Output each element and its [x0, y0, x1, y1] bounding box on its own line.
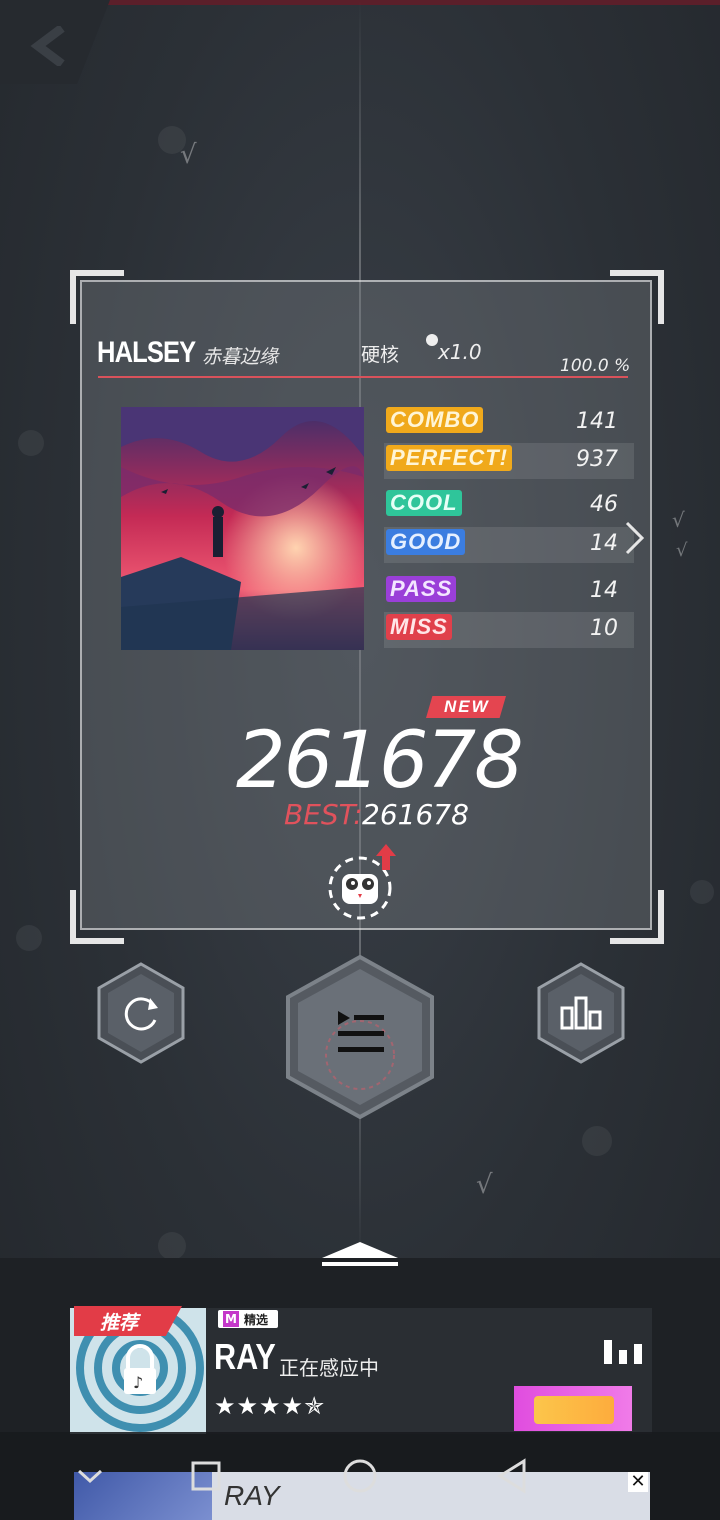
artist-name: HALSEY [97, 336, 196, 369]
signal-bars-icon [604, 1340, 642, 1364]
accuracy-percent: 100.0 % [560, 356, 631, 376]
judgement-value: 937 [576, 447, 618, 472]
checkmark-deco-icon: √ [476, 1170, 493, 1200]
judgement-pass: PASS 14 [384, 574, 634, 610]
song-title: 赤暮边缘 [202, 346, 279, 368]
score-value: 261678 [236, 716, 524, 806]
best-label: BEST: [284, 798, 363, 831]
background-orb [582, 1126, 612, 1156]
difficulty-label: 硬核 [361, 344, 400, 366]
judgement-label: COOL [386, 490, 462, 516]
checkmark-deco-icon: √ [672, 508, 685, 532]
best-score-value: 261678 [362, 798, 469, 831]
chevron-right-icon[interactable] [624, 520, 646, 556]
play-character-thumbnail[interactable] [514, 1386, 632, 1431]
recommend-tag-text: 推荐 [100, 1312, 139, 1334]
panel-corner [70, 890, 124, 944]
checkmark-deco-icon: √ [180, 140, 197, 170]
nav-home-icon[interactable] [342, 1458, 378, 1494]
judgement-value: 10 [590, 616, 618, 641]
ad-close-button[interactable]: ✕ [628, 1472, 648, 1492]
judgement-label: COMBO [386, 407, 484, 433]
back-button[interactable] [0, 0, 110, 84]
judgement-cool: COOL 46 [384, 488, 634, 524]
header-divider [98, 376, 628, 378]
ranking-button[interactable] [536, 962, 626, 1064]
judgement-label: MISS [386, 614, 452, 640]
new-badge-text: NEW [444, 697, 490, 716]
panel-corner [610, 270, 664, 324]
judgement-value: 14 [590, 531, 618, 556]
chevron-left-icon [30, 26, 65, 66]
panel-corner [610, 890, 664, 944]
judgement-label: PERFECT! [386, 445, 512, 471]
m-logo-icon: M [223, 1311, 239, 1327]
judgement-label: GOOD [386, 529, 466, 555]
background-orb [16, 925, 42, 951]
judgement-value: 14 [590, 578, 618, 603]
retry-button[interactable] [96, 962, 186, 1064]
judgement-good: GOOD 14 [384, 527, 634, 563]
judgement-perfect: PERFECT! 937 [384, 443, 634, 479]
judgement-value: 46 [590, 492, 618, 517]
expand-up-icon[interactable] [320, 1238, 400, 1268]
mascot-icon [328, 844, 396, 920]
speed-multiplier: x1.0 [438, 340, 482, 364]
svg-text:♪: ♪ [133, 1373, 143, 1392]
song-list-button[interactable] [284, 955, 436, 1119]
recommend-status: 正在感应中 [279, 1356, 379, 1380]
speed-dot-icon [426, 334, 438, 346]
characters-image [534, 1396, 614, 1424]
checkmark-deco-icon: √ [676, 540, 688, 561]
judgement-miss: MISS 10 [384, 612, 634, 648]
background-orb [690, 880, 714, 904]
judgement-combo: COMBO 141 [384, 405, 634, 441]
difficulty-stars: ★★★★✯ [214, 1392, 326, 1420]
nav-back-icon[interactable] [496, 1458, 528, 1494]
recommend-song-title: RAY [214, 1336, 276, 1377]
featured-tag: M 精选 [218, 1310, 278, 1328]
featured-tag-text: 精选 [244, 1313, 269, 1327]
background-orb [158, 1232, 186, 1260]
new-record-badge: NEW [426, 696, 506, 718]
nav-down-icon[interactable] [76, 1466, 104, 1486]
judgement-value: 141 [576, 409, 618, 434]
nav-recent-apps-icon[interactable] [190, 1460, 222, 1492]
background-orb [18, 430, 44, 456]
recommend-tag: 推荐 [74, 1306, 182, 1336]
ad-title: RAY [224, 1480, 280, 1511]
judgement-label: PASS [386, 576, 457, 602]
panel-corner [70, 270, 124, 324]
album-cover [121, 407, 364, 650]
